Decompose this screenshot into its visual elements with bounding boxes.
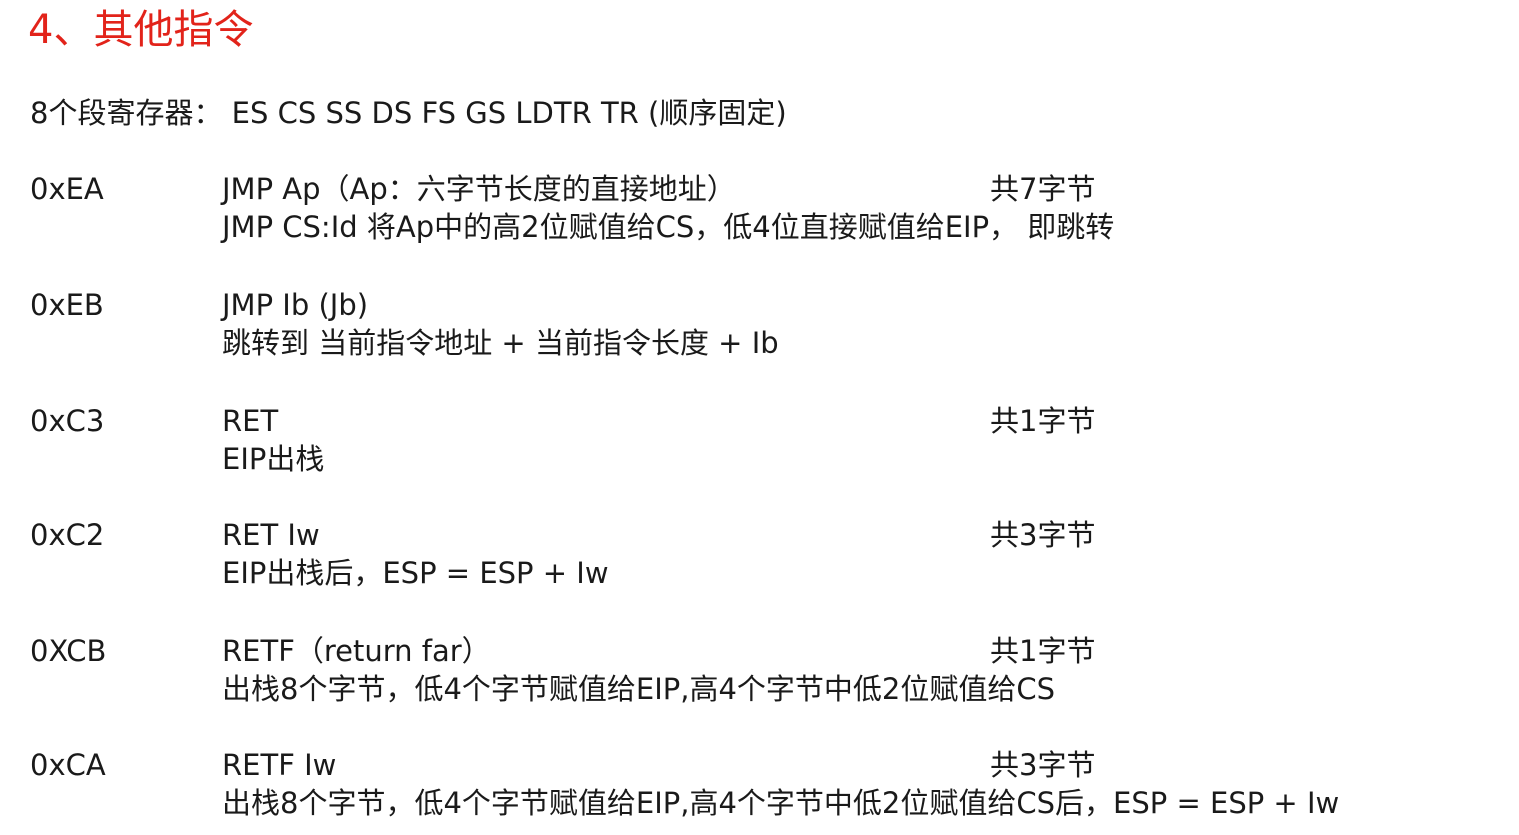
description: EIP出栈 — [222, 442, 325, 476]
segment-registers-line: 8个段寄存器： ES CS SS DS FS GS LDTR TR (顺序固定) — [30, 96, 787, 130]
byte-count: 共1字节 — [990, 634, 1096, 668]
description: JMP CS:Id 将Ap中的高2位赋值给CS，低4位直接赋值给EIP， 即跳转 — [222, 210, 1115, 244]
byte-count: 共7字节 — [990, 172, 1096, 206]
mnemonic: JMP Ap（Ap：六字节长度的直接地址） — [222, 172, 736, 206]
byte-count: 共3字节 — [990, 748, 1096, 782]
mnemonic: RETF Iw — [222, 748, 337, 782]
opcode: 0xC2 — [30, 518, 105, 552]
opcode: 0xC3 — [30, 404, 105, 438]
opcode: 0xEA — [30, 172, 104, 206]
mnemonic: JMP Ib (Jb) — [222, 288, 369, 322]
instruction-row: 0xEB JMP Ib (Jb) 跳转到 当前指令地址 + 当前指令长度 + I… — [0, 286, 1519, 366]
instruction-row: 0xC3 RET 共1字节 EIP出栈 — [0, 402, 1519, 482]
opcode: 0xCA — [30, 748, 106, 782]
opcode: 0xEB — [30, 288, 104, 322]
description: 出栈8个字节，低4个字节赋值给EIP,高4个字节中低2位赋值给CS后，ESP =… — [222, 786, 1340, 820]
description: 出栈8个字节，低4个字节赋值给EIP,高4个字节中低2位赋值给CS — [222, 672, 1056, 706]
instruction-row: 0xCA RETF Iw 共3字节 出栈8个字节，低4个字节赋值给EIP,高4个… — [0, 746, 1519, 826]
opcode: 0XCB — [30, 634, 107, 668]
instruction-row: 0xEA JMP Ap（Ap：六字节长度的直接地址） 共7字节 JMP CS:I… — [0, 170, 1519, 250]
mnemonic: RET Iw — [222, 518, 320, 552]
byte-count: 共3字节 — [990, 518, 1096, 552]
instruction-row: 0XCB RETF（return far） 共1字节 出栈8个字节，低4个字节赋… — [0, 632, 1519, 712]
description: 跳转到 当前指令地址 + 当前指令长度 + Ib — [222, 326, 779, 360]
instruction-row: 0xC2 RET Iw 共3字节 EIP出栈后，ESP = ESP + Iw — [0, 516, 1519, 596]
mnemonic: RETF（return far） — [222, 634, 491, 668]
byte-count: 共1字节 — [990, 404, 1096, 438]
description: EIP出栈后，ESP = ESP + Iw — [222, 556, 609, 590]
page-title: 4、其他指令 — [28, 7, 254, 53]
mnemonic: RET — [222, 404, 279, 438]
